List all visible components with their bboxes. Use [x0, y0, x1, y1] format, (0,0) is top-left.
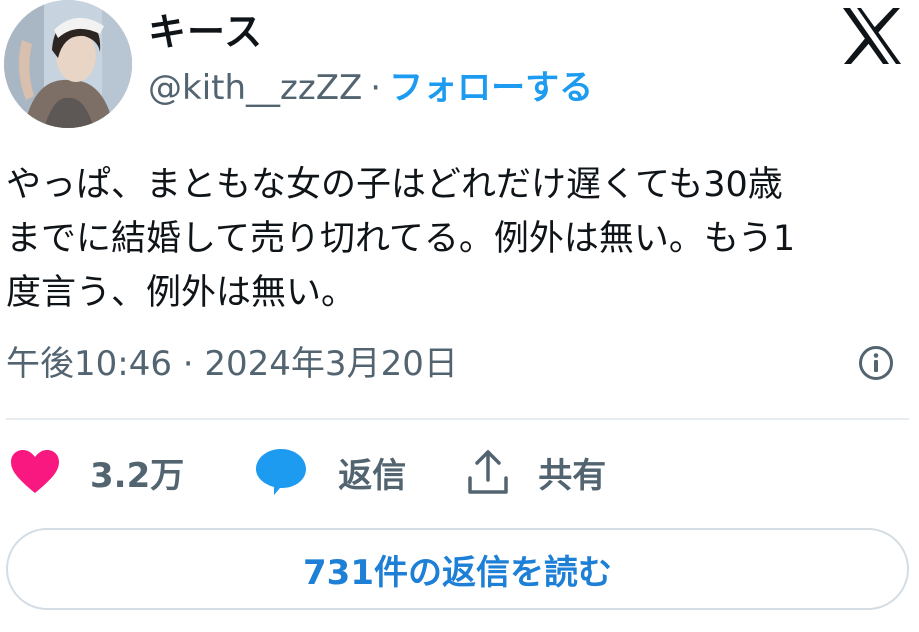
tweet-timestamp[interactable]: 午後10:46 · 2024年3月20日: [6, 340, 458, 388]
reply-label: 返信: [338, 455, 407, 496]
avatar[interactable]: [4, 0, 132, 128]
tweet-text: やっぱ、まともな女の子はどれだけ遅くても30歳 までに結婚して売り切れてる。例外…: [6, 165, 796, 313]
share-label: 共有: [538, 455, 607, 496]
separator-dot: ·: [370, 68, 382, 108]
share-button[interactable]: 共有: [466, 448, 606, 497]
author-handle[interactable]: @kith__zzZZ: [148, 66, 362, 110]
info-icon[interactable]: [857, 344, 895, 382]
author-meta: @kith__zzZZ · フォローする: [148, 66, 593, 110]
share-upload-icon: [468, 450, 508, 494]
reply-button[interactable]: 返信: [254, 447, 406, 497]
like-count: 3.2万: [90, 455, 185, 496]
heart-icon: [11, 450, 59, 493]
divider: [6, 418, 909, 420]
speech-bubble-icon: [256, 449, 307, 495]
action-bar: 3.2万 返信 共有: [10, 442, 606, 502]
avatar-photo: [4, 0, 132, 128]
follow-button[interactable]: フォローする: [389, 66, 593, 110]
x-logo-icon[interactable]: [841, 6, 903, 66]
author-name[interactable]: キース: [148, 10, 263, 54]
read-replies-button[interactable]: 731件の返信を読む: [6, 528, 909, 610]
like-button[interactable]: 3.2万: [10, 448, 184, 497]
